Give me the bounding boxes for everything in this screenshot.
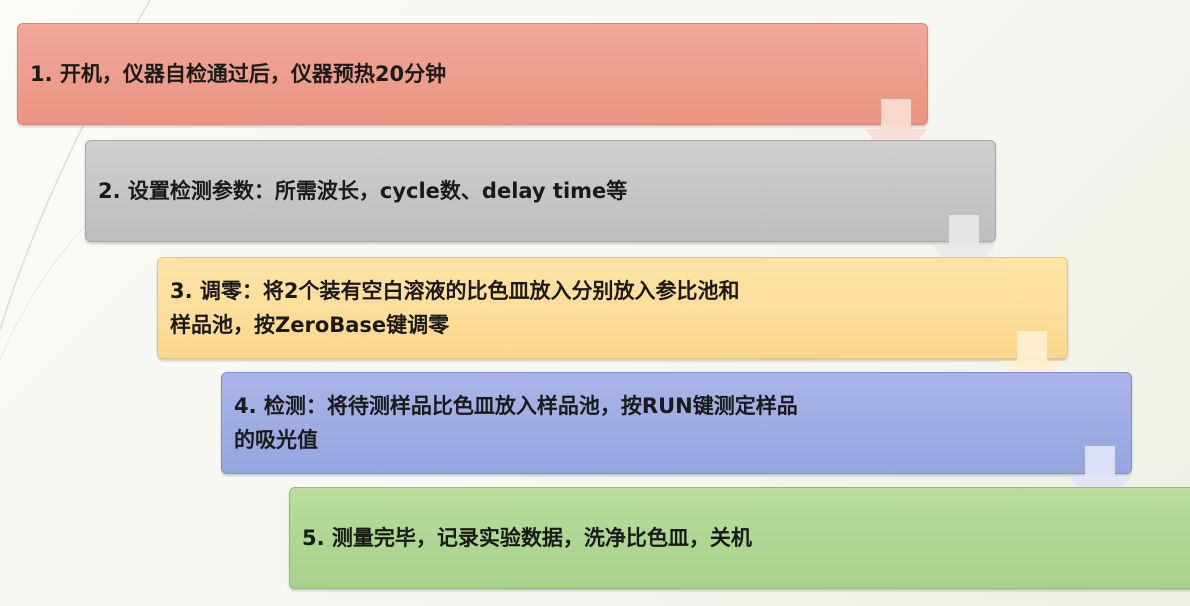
step-1-box: 1. 开机，仪器自检通过后，仪器预热20分钟 (17, 23, 928, 125)
step-3-box: 3. 调零：将2个装有空白溶液的比色皿放入分别放入参比池和 样品池，按ZeroB… (157, 257, 1068, 359)
step-4-text: 4. 检测：将待测样品比色皿放入样品池，按RUN键测定样品 的吸光值 (234, 394, 798, 452)
step-2-text: 2. 设置检测参数：所需波长，cycle数、delay time等 (98, 179, 628, 203)
step-4-box: 4. 检测：将待测样品比色皿放入样品池，按RUN键测定样品 的吸光值 (221, 372, 1132, 474)
step-3-text: 3. 调零：将2个装有空白溶液的比色皿放入分别放入参比池和 样品池，按ZeroB… (170, 279, 740, 337)
step-5-box: 5. 测量完毕，记录实验数据，洗净比色皿，关机 (289, 487, 1190, 589)
step-2-box: 2. 设置检测参数：所需波长，cycle数、delay time等 (85, 140, 996, 242)
step-5-text: 5. 测量完毕，记录实验数据，洗净比色皿，关机 (302, 526, 752, 550)
step-1-text: 1. 开机，仪器自检通过后，仪器预热20分钟 (30, 62, 447, 86)
